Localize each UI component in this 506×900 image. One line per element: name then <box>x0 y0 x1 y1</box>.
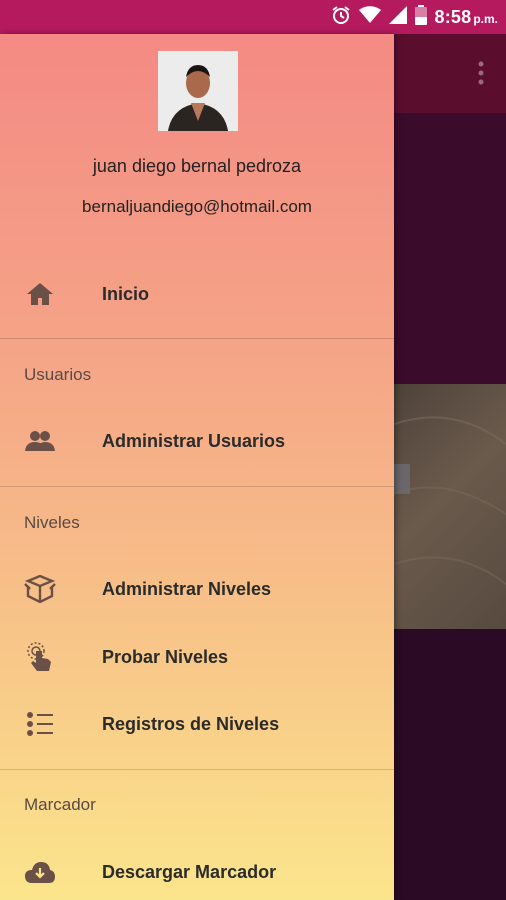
alarm-icon <box>331 5 351 30</box>
menu-item-label: Inicio <box>102 283 150 304</box>
menu-item-administrar-usuarios[interactable]: Administrar Usuarios <box>0 413 394 469</box>
background-app <box>393 34 506 900</box>
menu-item-label: Registros de Niveles <box>102 713 280 734</box>
battery-icon <box>414 4 427 30</box>
menu-item-label: Administrar Usuarios <box>102 430 286 451</box>
divider <box>0 769 394 770</box>
menu-item-label: Administrar Niveles <box>102 578 272 599</box>
list-icon <box>24 710 56 738</box>
avatar[interactable] <box>158 51 238 131</box>
menu-item-label: Descargar Marcador <box>102 861 277 882</box>
menu-item-probar-niveles[interactable]: Probar Niveles <box>0 629 394 685</box>
background-panel-bottom <box>394 629 506 900</box>
background-toolbar <box>394 34 506 113</box>
menu-item-label: Probar Niveles <box>102 646 229 667</box>
overflow-menu-icon[interactable] <box>478 60 484 86</box>
home-icon <box>24 280 56 308</box>
user-email: bernaljuandiego@hotmail.com <box>82 197 312 216</box>
section-header-usuarios: Usuarios <box>24 365 92 384</box>
status-icons: 8:58 p.m. <box>331 4 498 30</box>
status-ampm: p.m. <box>473 11 498 26</box>
wifi-icon <box>358 5 381 29</box>
menu-item-registros-de-niveles[interactable]: Registros de Niveles <box>0 696 394 752</box>
status-time: 8:58 <box>434 6 472 27</box>
section-header-marcador: Marcador <box>24 795 96 814</box>
menu-item-inicio[interactable]: Inicio <box>0 266 394 322</box>
users-icon <box>24 427 56 455</box>
divider <box>0 486 394 487</box>
cloud-download-icon <box>24 858 56 886</box>
section-header-niveles: Niveles <box>24 513 80 532</box>
menu-item-descargar-marcador[interactable]: Descargar Marcador <box>0 844 394 900</box>
touch-icon <box>24 642 56 671</box>
background-panel <box>394 113 506 384</box>
signal-icon <box>388 5 407 29</box>
menu-item-administrar-niveles[interactable]: Administrar Niveles <box>0 561 394 617</box>
user-name: juan diego bernal pedroza <box>92 156 302 176</box>
divider <box>0 338 394 339</box>
status-bar: 8:58 p.m. <box>0 0 506 34</box>
navigation-drawer: juan diego bernal pedroza bernaljuandieg… <box>0 34 394 900</box>
box-icon <box>24 575 56 603</box>
background-photo <box>393 384 506 629</box>
